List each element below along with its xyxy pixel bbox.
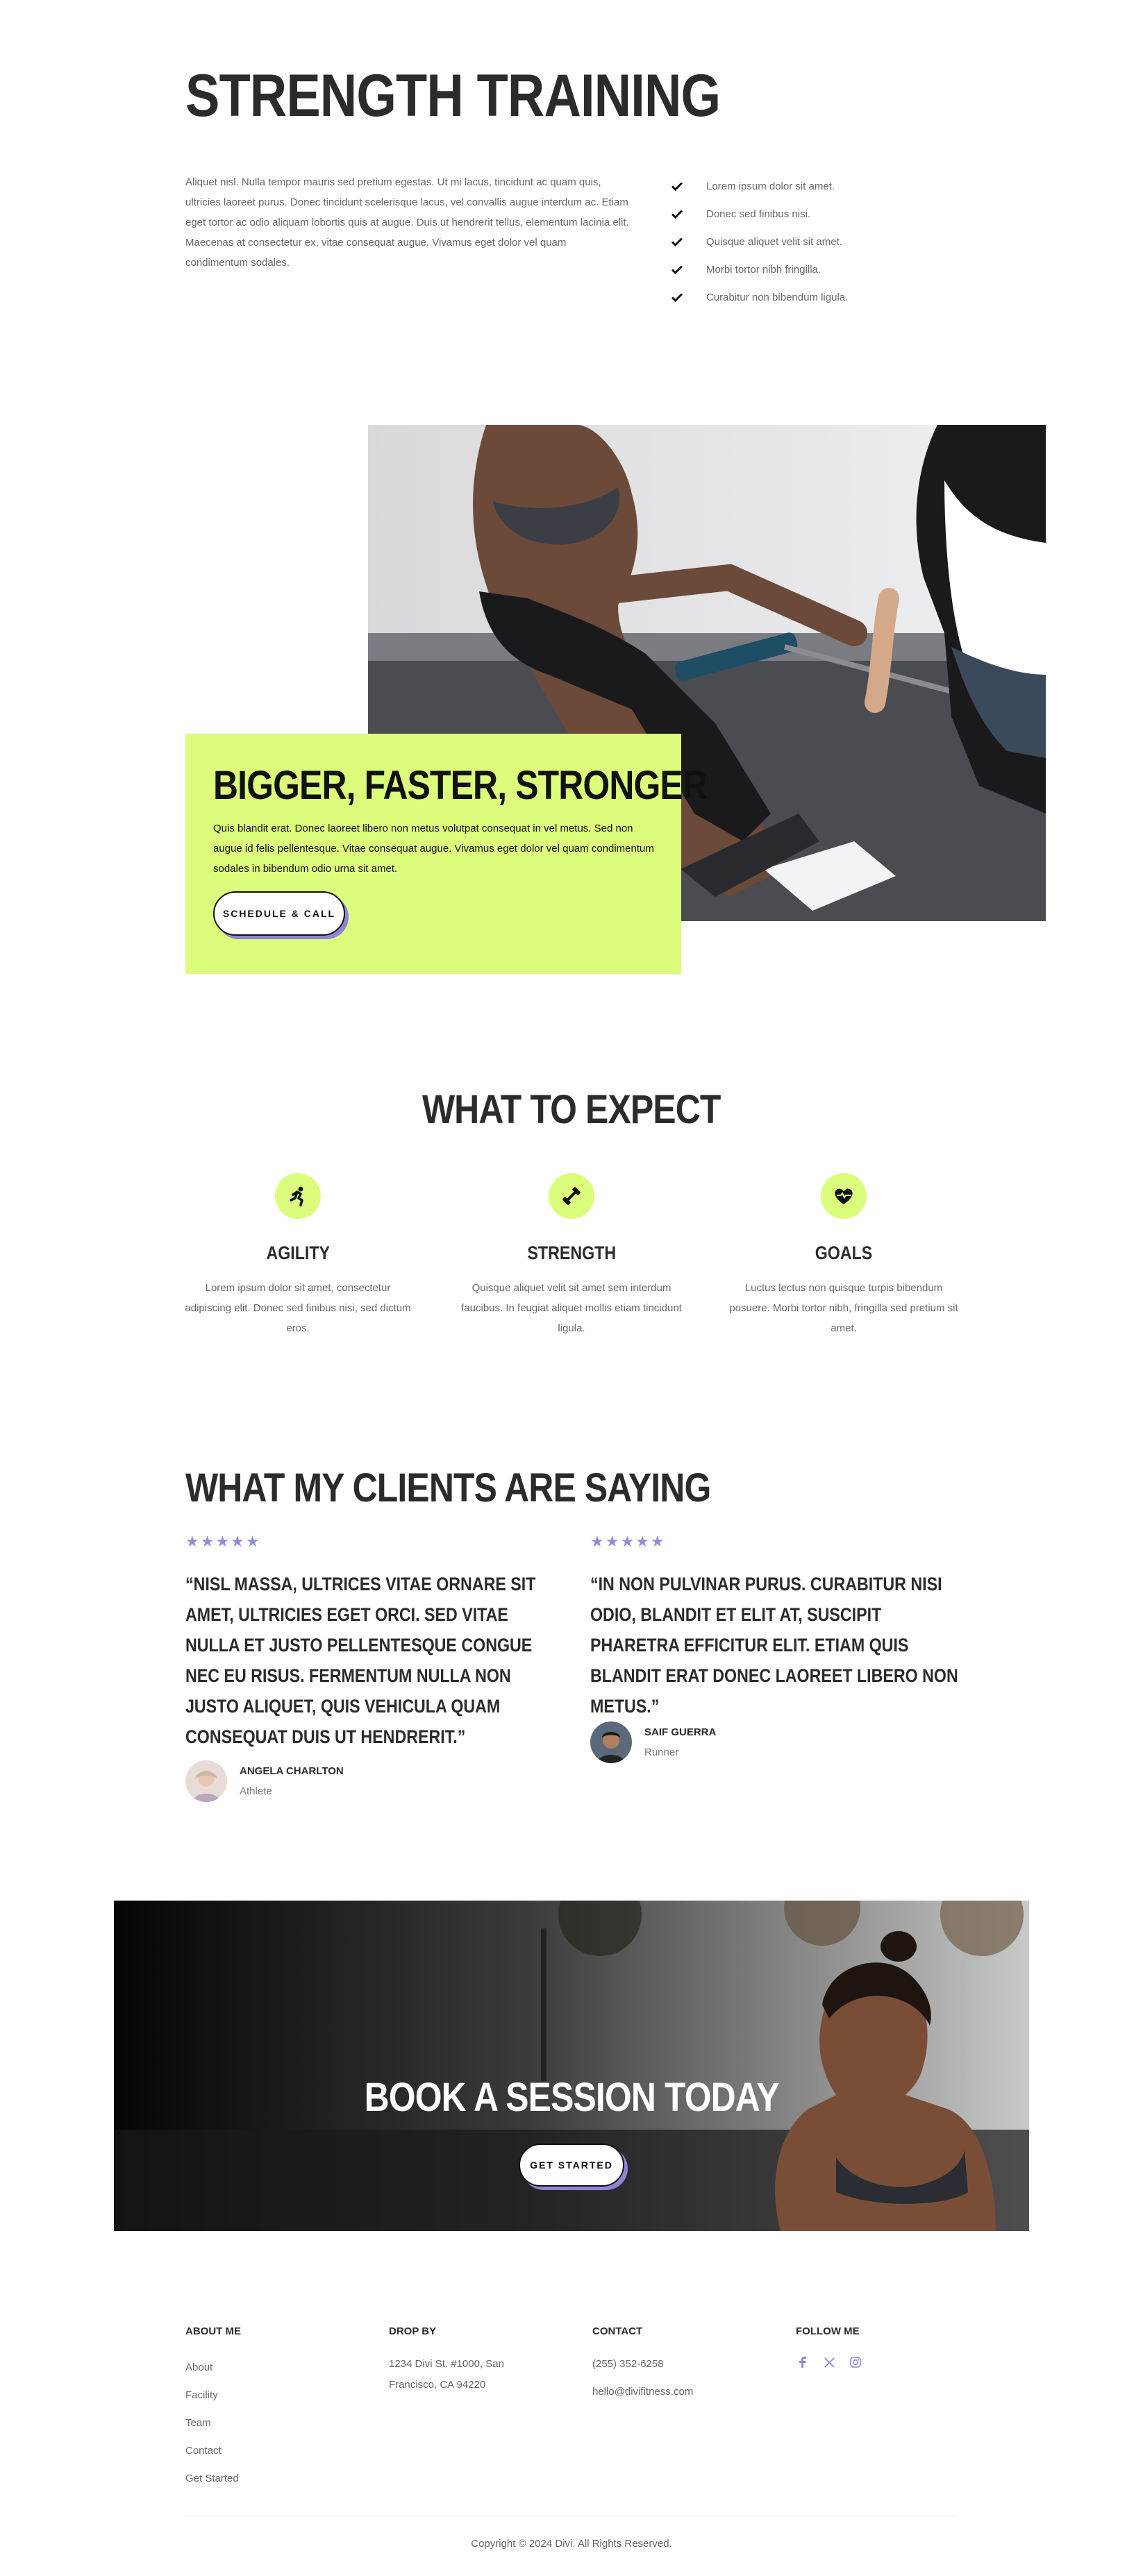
cta-title: BIGGER, FASTER, STRONGER [213, 763, 708, 808]
star-rating-icon: ★★★★★ [185, 1533, 261, 1550]
feature-text: Lorem ipsum dolor sit amet, consectetur … [185, 1282, 411, 1334]
schedule-call-button[interactable]: SCHEDULE & CALL [213, 891, 345, 936]
footer-email[interactable]: hello@divifitness.com [592, 2382, 773, 2402]
cta-box: BIGGER, FASTER, STRONGER Quis blandit er… [185, 734, 708, 974]
avatar [185, 1760, 227, 1802]
checklist-item: Curabitur non bibendum ligula. [670, 283, 848, 311]
instagram-icon[interactable] [849, 2355, 862, 2369]
footer-heading: ABOUT ME [185, 2325, 241, 2337]
heart-rate-icon [821, 1173, 867, 1219]
check-icon [671, 182, 683, 192]
checklist-item: Donec sed finibus nisi. [670, 200, 848, 228]
expect-title-label: WHAT TO EXPECT [422, 1087, 721, 1132]
footer-follow: FOLLOW ME [796, 2325, 976, 2369]
x-twitter-icon[interactable] [822, 2355, 836, 2369]
footer-heading: DROP BY [389, 2325, 437, 2337]
author-role: Athlete [240, 1785, 272, 1797]
checklist-item-label: Quisque aliquet velit sit amet. [706, 235, 842, 248]
author-info: SAIF GUERRA Runner [644, 1726, 716, 1758]
facebook-icon[interactable] [796, 2355, 810, 2369]
feature-title: GOALS [729, 1243, 958, 1264]
footer-link-team[interactable]: Team [185, 2409, 366, 2437]
footer-address: 1234 Divi St. #1000, San Francisco, CA 9… [389, 2358, 504, 2391]
star-rating-icon: ★★★★★ [590, 1533, 666, 1550]
clients-title: WHAT MY CLIENTS ARE SAYING [185, 1465, 711, 1510]
feature-title-label: STRENGTH [527, 1243, 616, 1263]
expect-title: WHAT TO EXPECT [0, 1086, 1143, 1133]
footer-link-facility[interactable]: Facility [185, 2382, 366, 2409]
feature-title-label: GOALS [815, 1243, 873, 1263]
running-person-icon [275, 1173, 321, 1219]
social-links [796, 2355, 976, 2369]
footer-links: About Facility Team Contact Get Started [185, 2354, 366, 2493]
checklist-item-label: Curabitur non bibendum ligula. [706, 291, 849, 303]
footer-link-get-started[interactable]: Get Started [185, 2465, 366, 2493]
page: STRENGTH TRAINING Aliquet nisl. Nulla te… [0, 0, 1143, 2576]
author-info: ANGELA CHARLTON Athlete [240, 1765, 344, 1797]
banner-title: BOOK A SESSION TODAY [114, 2074, 1029, 2121]
footer-drop-by: DROP BY 1234 Divi St. #1000, San Francis… [389, 2325, 569, 2396]
hero-paragraph: Aliquet nisl. Nulla tempor mauris sed pr… [185, 176, 629, 269]
testimonial-quote: “NISL MASSA, ULTRICES VITAE ORNARE SIT A… [185, 1574, 536, 1747]
testimonial-card: ★★★★★ “IN NON PULVINAR PURUS. CURABITUR … [590, 1533, 965, 1721]
checklist-item-label: Morbi tortor nibh fringilla. [706, 263, 821, 276]
feature-strength: STRENGTH Quisque aliquet velit sit amet … [457, 1173, 686, 1338]
dumbbell-icon [549, 1173, 594, 1219]
footer-about: ABOUT ME About Facility Team Contact Get… [185, 2325, 366, 2493]
author-name: ANGELA CHARLTON [240, 1765, 344, 1777]
author-name: SAIF GUERRA [644, 1726, 717, 1738]
check-icon [671, 237, 683, 247]
feature-title: AGILITY [183, 1243, 412, 1264]
banner-title-label: BOOK A SESSION TODAY [364, 2075, 779, 2120]
footer-link-contact[interactable]: Contact [185, 2437, 366, 2465]
check-icon [671, 210, 683, 219]
testimonial-quote: “IN NON PULVINAR PURUS. CURABITUR NISI O… [590, 1574, 958, 1717]
get-started-button[interactable]: GET STARTED [519, 2144, 624, 2187]
book-session-banner: BOOK A SESSION TODAY GET STARTED [114, 1901, 1029, 2231]
feature-checklist: Lorem ipsum dolor sit amet. Donec sed fi… [670, 172, 848, 311]
feature-title: STRENGTH [457, 1243, 686, 1264]
cta-paragraph: Quis blandit erat. Donec laoreet libero … [213, 823, 654, 875]
footer-heading: FOLLOW ME [796, 2325, 860, 2337]
feature-text: Quisque aliquet velit sit amet sem inter… [461, 1282, 682, 1334]
check-icon [671, 293, 683, 303]
footer-phone[interactable]: (255) 352-6258 [592, 2354, 773, 2375]
testimonial-author: ANGELA CHARLTON Athlete [185, 1760, 344, 1802]
checklist-item: Lorem ipsum dolor sit amet. [670, 172, 848, 200]
testimonial-author: SAIF GUERRA Runner [590, 1721, 716, 1763]
footer-heading: CONTACT [592, 2325, 643, 2337]
copyright-text: Copyright © 2024 Divi. All Rights Reserv… [471, 2538, 672, 2550]
checklist-item: Morbi tortor nibh fringilla. [670, 255, 848, 283]
avatar [590, 1721, 632, 1763]
footer-link-about[interactable]: About [185, 2354, 366, 2382]
author-role: Runner [644, 1746, 679, 1758]
footer-contact: CONTACT (255) 352-6258 hello@divifitness… [592, 2325, 773, 2402]
testimonial-card: ★★★★★ “NISL MASSA, ULTRICES VITAE ORNARE… [185, 1533, 560, 1752]
checklist-item-label: Donec sed finibus nisi. [706, 208, 811, 220]
feature-text: Luctus lectus non quisque turpis bibendu… [729, 1282, 958, 1334]
feature-title-label: AGILITY [266, 1243, 330, 1263]
checklist-item: Quisque aliquet velit sit amet. [670, 228, 848, 255]
check-icon [671, 265, 683, 275]
page-title: STRENGTH TRAINING [185, 62, 721, 129]
feature-agility: AGILITY Lorem ipsum dolor sit amet, cons… [183, 1173, 412, 1338]
feature-goals: GOALS Luctus lectus non quisque turpis b… [729, 1173, 958, 1338]
checklist-item-label: Lorem ipsum dolor sit amet. [706, 180, 835, 192]
